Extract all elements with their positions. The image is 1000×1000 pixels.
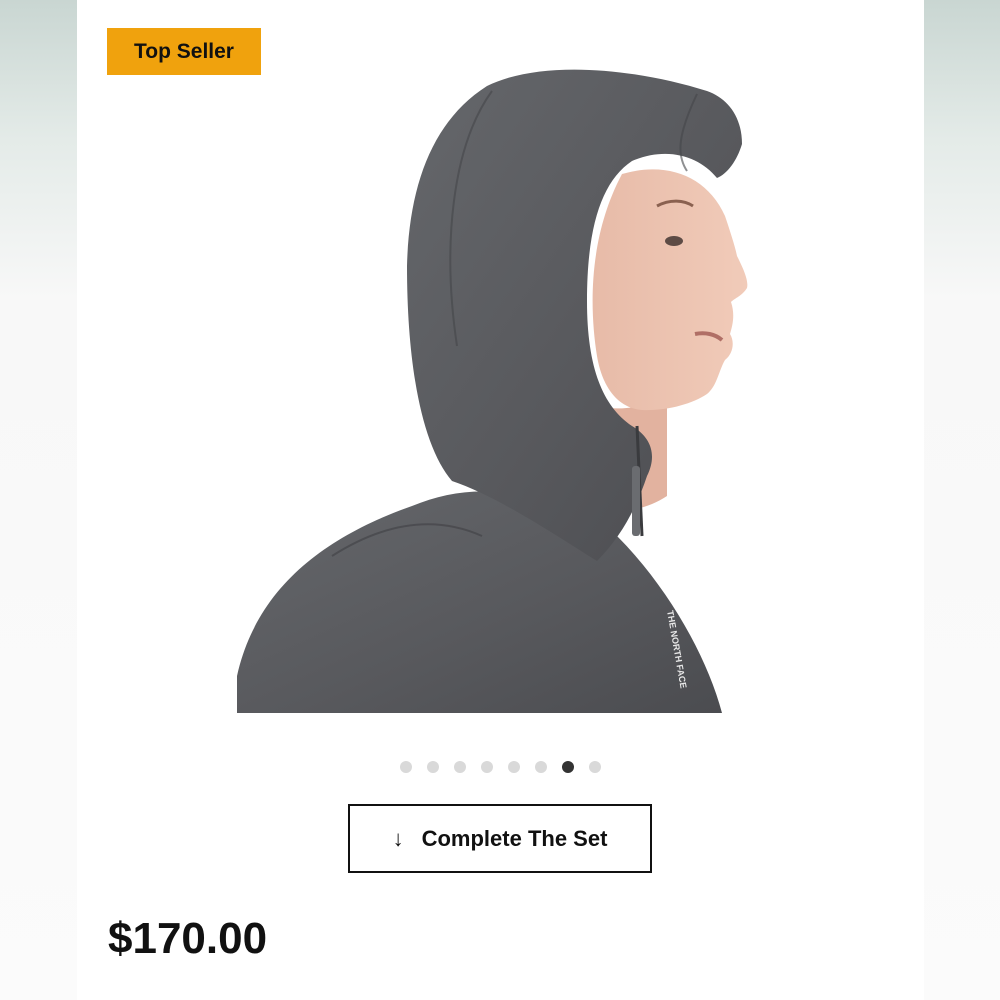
carousel-dot-4[interactable]: [481, 761, 493, 773]
carousel-dot-1[interactable]: [400, 761, 412, 773]
complete-the-set-label: Complete The Set: [421, 825, 608, 851]
product-price: $170.00: [108, 914, 268, 963]
carousel-indicators: [77, 761, 924, 773]
product-card: Top Seller THE NORTH FACE ↓ Complete The…: [77, 0, 924, 1000]
product-image[interactable]: THE NORTH FACE: [237, 66, 757, 713]
arrow-down-icon: ↓: [392, 825, 404, 851]
carousel-dot-3[interactable]: [454, 761, 466, 773]
carousel-dot-8[interactable]: [589, 761, 601, 773]
carousel-dot-2[interactable]: [427, 761, 439, 773]
carousel-dot-5[interactable]: [508, 761, 520, 773]
carousel-dot-6[interactable]: [535, 761, 547, 773]
complete-the-set-button[interactable]: ↓ Complete The Set: [348, 804, 652, 873]
carousel-dot-7[interactable]: [562, 761, 574, 773]
